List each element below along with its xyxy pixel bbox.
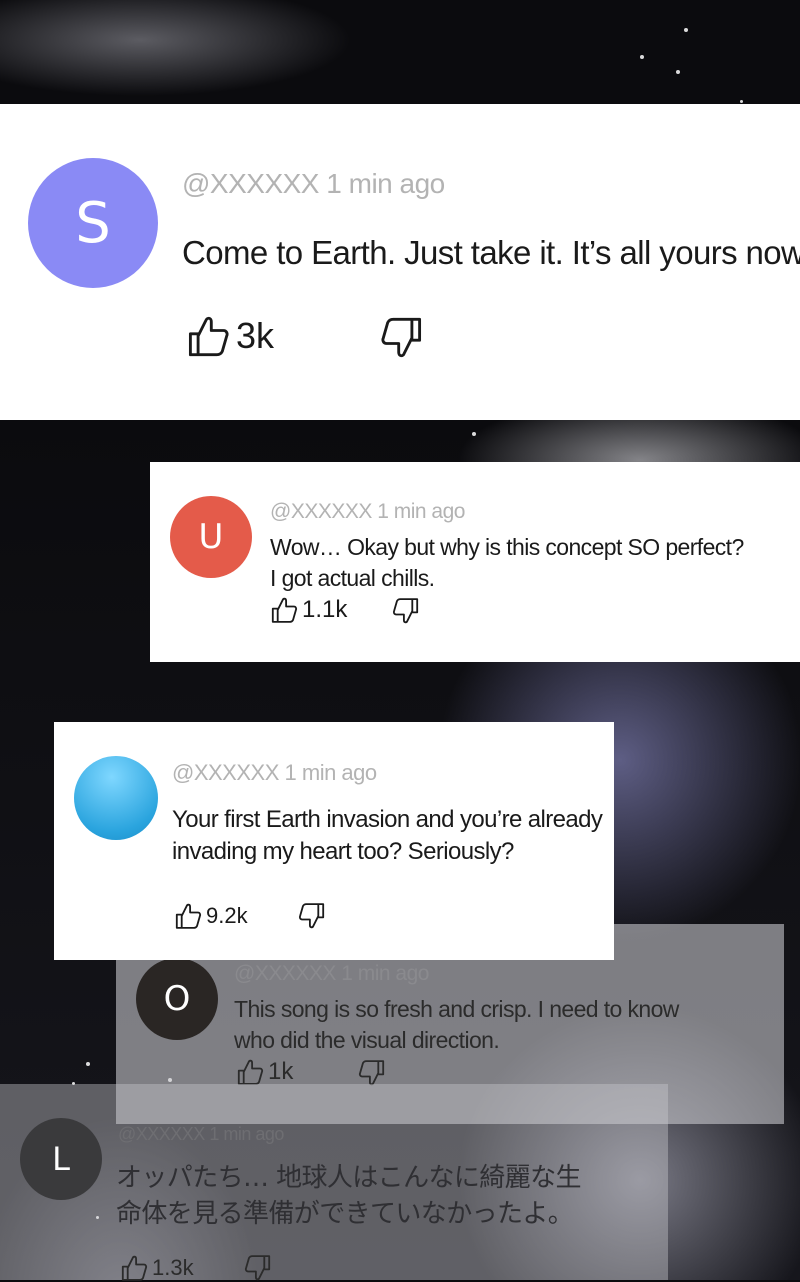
comment-meta: @XXXXXX 1 min ago <box>234 962 429 986</box>
timestamp: 1 min ago <box>341 962 429 985</box>
comment-text: Your first Earth invasion and you’re alr… <box>172 804 603 868</box>
timestamp: 1 min ago <box>377 500 465 523</box>
background-space-top <box>0 0 800 110</box>
like-count: 3k <box>236 315 275 356</box>
thumbs-up-icon <box>236 1058 264 1086</box>
dislike-button[interactable] <box>298 902 326 930</box>
comment-text-line: I got actual chills. <box>270 565 435 591</box>
thumbs-down-icon <box>392 597 420 625</box>
star <box>676 70 680 74</box>
username[interactable]: @XXXXXX <box>172 760 279 785</box>
star <box>684 28 688 32</box>
like-button[interactable]: 3k <box>186 314 274 358</box>
like-button[interactable]: 1.1k <box>270 596 347 624</box>
comment-meta: @XXXXXX 1 min ago <box>172 760 377 786</box>
star <box>472 432 476 436</box>
comment-card: S @XXXXXX 1 min ago Come to Earth. Just … <box>0 104 800 420</box>
star <box>640 55 644 59</box>
timestamp: 1 min ago <box>326 168 445 199</box>
comment-text: Come to Earth. Just take it. It’s all yo… <box>182 234 800 271</box>
comment-card: @XXXXXX 1 min ago Your first Earth invas… <box>54 722 614 960</box>
username[interactable]: @XXXXXX <box>182 168 319 199</box>
timestamp: 1 min ago <box>284 760 378 785</box>
username[interactable]: @XXXXXX <box>118 1124 205 1144</box>
star <box>740 100 743 103</box>
dislike-button[interactable] <box>244 1254 272 1282</box>
comment-text-line: オッパたち… 地球人はこんなに綺麗な生 <box>116 1163 581 1193</box>
comment-card: L @XXXXXX 1 min ago オッパたち… 地球人はこんなに綺麗な生 … <box>0 1084 668 1280</box>
comment-meta: @XXXXXX 1 min ago <box>118 1124 284 1145</box>
avatar[interactable]: U <box>170 496 252 578</box>
comment-text-line: Wow… Okay but why is this concept SO per… <box>270 534 744 560</box>
comment-text: This song is so fresh and crisp. I need … <box>234 994 679 1056</box>
like-count: 1.3k <box>152 1255 194 1280</box>
avatar[interactable]: O <box>136 958 218 1040</box>
comment-card: U @XXXXXX 1 min ago Wow… Okay but why is… <box>150 462 800 662</box>
comment-text: オッパたち… 地球人はこんなに綺麗な生 命体を見る準備ができていなかったよ。 <box>116 1160 581 1232</box>
avatar-initial: L <box>52 1140 70 1178</box>
comment-text-line: This song is so fresh and crisp. I need … <box>234 996 679 1022</box>
timestamp: 1 min ago <box>209 1124 284 1144</box>
like-button[interactable]: 9.2k <box>174 902 248 930</box>
thumbs-down-icon <box>244 1254 272 1282</box>
avatar-initial: S <box>75 190 111 256</box>
thumbs-down-icon <box>380 316 424 360</box>
comment-meta: @XXXXXX 1 min ago <box>270 500 465 524</box>
comment-meta: @XXXXXX 1 min ago <box>182 168 445 200</box>
comment-text-line: invading my heart too? Seriously? <box>172 838 514 865</box>
thumbs-up-icon <box>120 1254 148 1282</box>
thumbs-down-icon <box>298 902 326 930</box>
avatar-initial: U <box>198 517 224 557</box>
avatar-initial: O <box>163 979 191 1019</box>
comment-text-line: 命体を見る準備ができていなかったよ。 <box>116 1199 574 1229</box>
like-button[interactable]: 1.3k <box>120 1254 194 1282</box>
thumbs-down-icon <box>358 1059 386 1087</box>
avatar[interactable]: S <box>28 158 158 288</box>
like-count: 1k <box>268 1058 294 1085</box>
avatar[interactable]: L <box>20 1118 102 1200</box>
username[interactable]: @XXXXXX <box>270 500 372 523</box>
star <box>86 1062 90 1066</box>
dislike-button[interactable] <box>392 597 420 625</box>
comment-text-line: who did the visual direction. <box>234 1027 500 1053</box>
dislike-button[interactable] <box>380 316 424 360</box>
avatar[interactable] <box>74 756 158 840</box>
thumbs-up-icon <box>186 314 230 358</box>
thumbs-up-icon <box>174 902 202 930</box>
thumbs-up-icon <box>270 596 298 624</box>
dislike-button[interactable] <box>358 1059 386 1087</box>
like-count: 1.1k <box>302 596 348 623</box>
comment-text: Wow… Okay but why is this concept SO per… <box>270 532 744 594</box>
username[interactable]: @XXXXXX <box>234 962 336 985</box>
comment-text-line: Your first Earth invasion and you’re alr… <box>172 806 603 833</box>
like-count: 9.2k <box>206 903 248 928</box>
like-button[interactable]: 1k <box>236 1058 293 1086</box>
